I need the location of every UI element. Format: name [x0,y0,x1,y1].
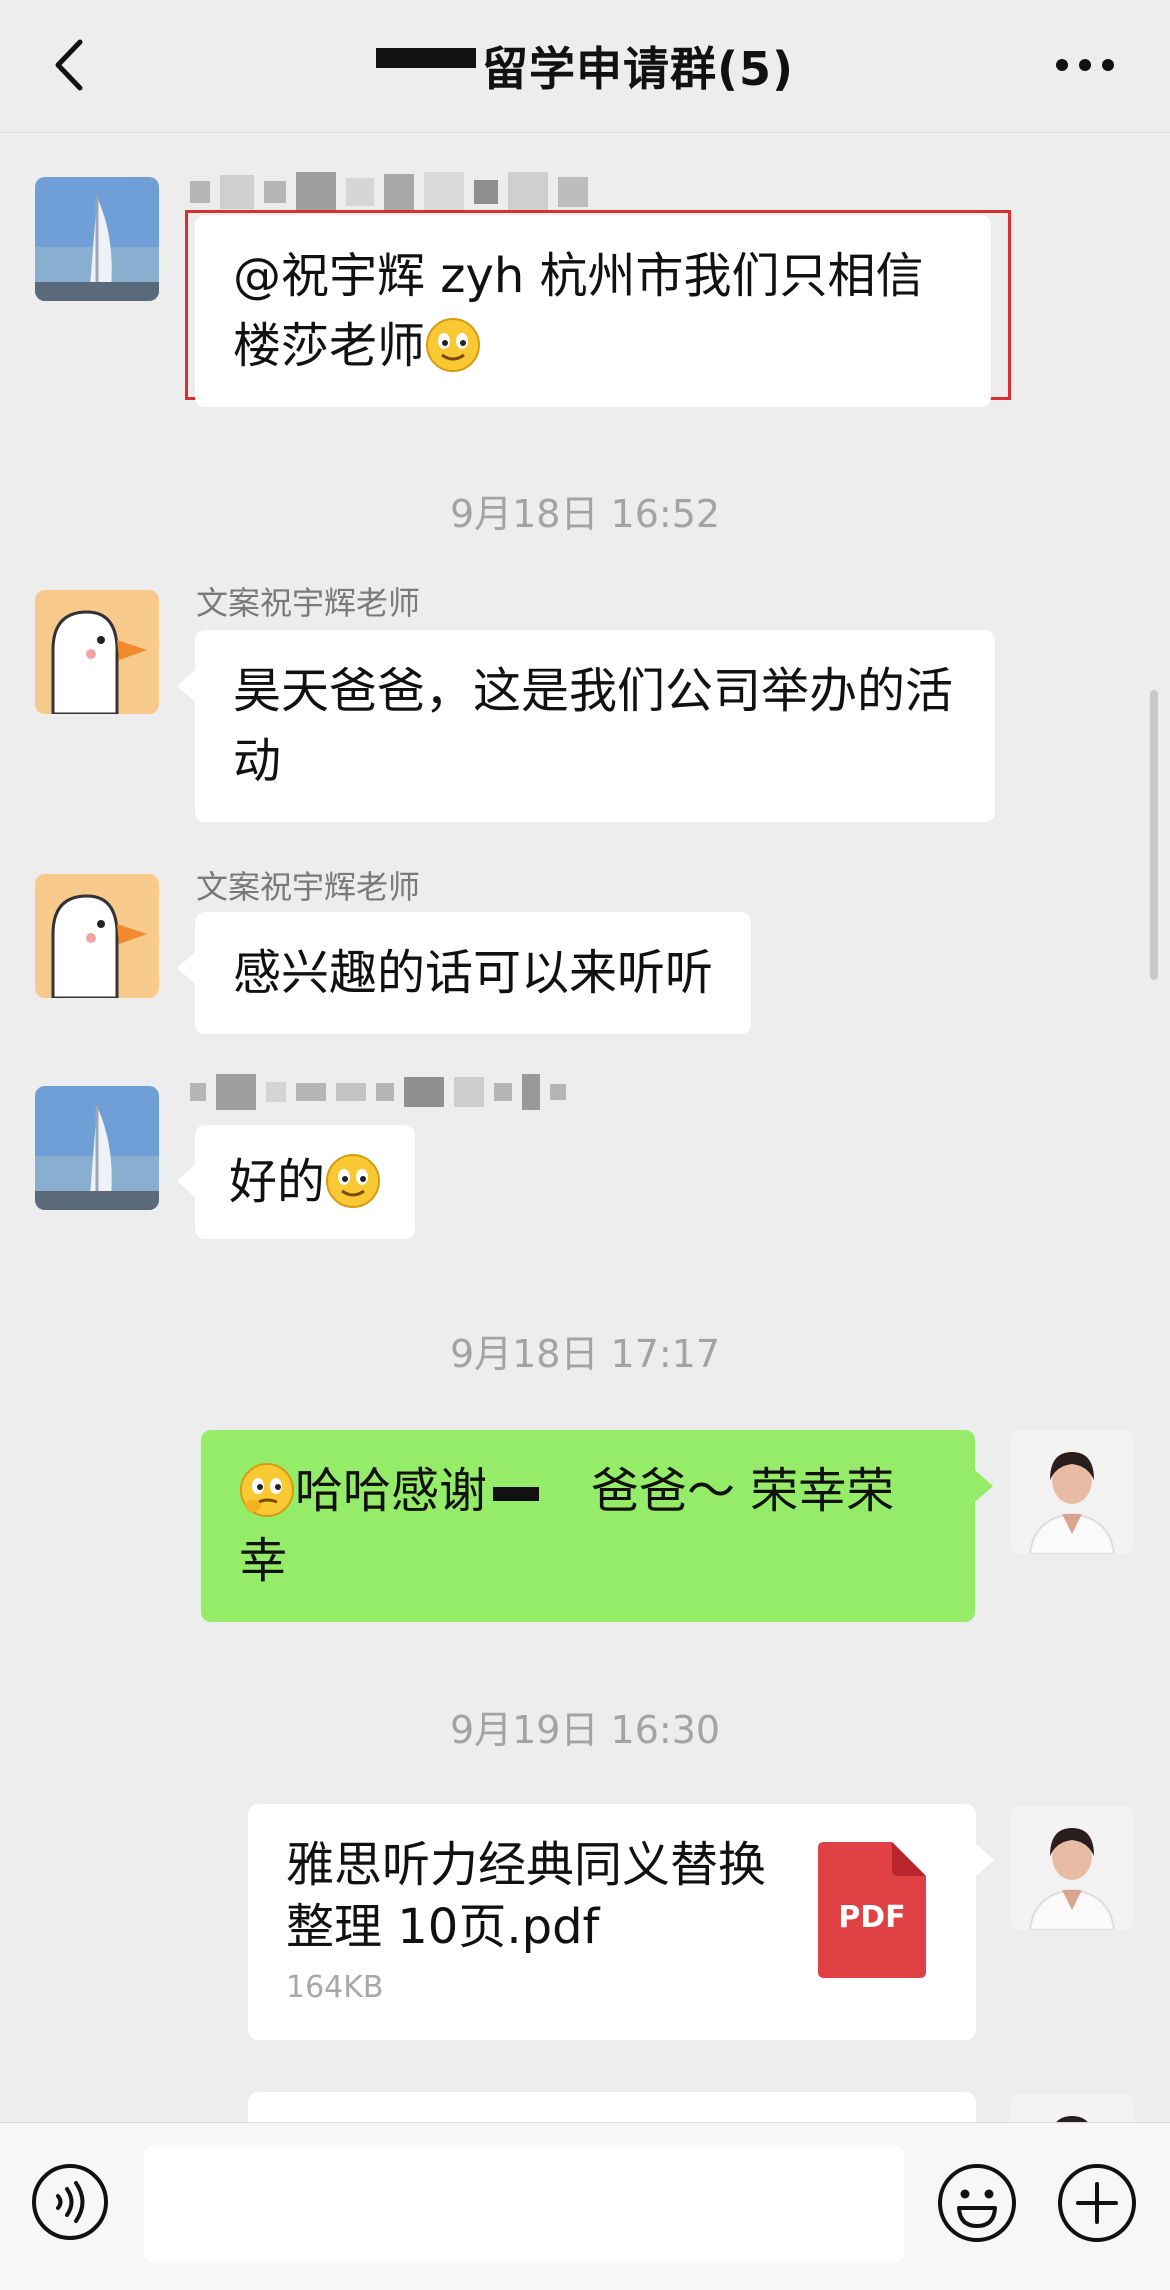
message-text: 好的 [229,1154,326,1210]
message-bubble[interactable]: 感兴趣的话可以来听听 [177,912,752,1034]
message-bubble[interactable]: @祝宇辉 zyh 杭州市我们只相信楼莎老师 [195,215,991,407]
avatar-sailhotel[interactable] [35,177,159,301]
message-bubble[interactable]: 好的 [177,1125,416,1239]
timestamp: 9月18日 17:17 [449,1332,721,1376]
chevron-left-icon [55,39,83,91]
avatar-goose[interactable] [35,874,159,998]
voice-button[interactable] [30,2162,110,2242]
chat-header: 留学申请群(5) [0,0,1170,133]
avatar-sailhotel[interactable] [35,1086,159,1210]
avatar-self[interactable] [1010,1430,1134,1554]
more-button[interactable] [1050,40,1120,90]
smile-emoji-icon [426,318,481,372]
avatar-self[interactable] [1010,1806,1134,1930]
back-button[interactable] [40,30,100,100]
sender-name: 文案祝宇辉老师 [196,868,421,906]
message-bubble-self[interactable]: 哈哈感谢 爸爸～ 荣幸荣幸 [201,1430,993,1622]
pdf-file-icon: PDF [818,1842,926,1978]
timestamp: 9月18日 16:52 [449,492,721,536]
redacted-title-prefix [375,48,476,68]
emoji-icon [938,2164,1016,2242]
sender-name: 文案祝宇辉老师 [196,584,421,622]
message-text: @祝宇辉 zyh 杭州市我们只相信楼莎老师 [233,248,924,374]
emoji-button[interactable] [936,2162,1018,2244]
redacted-name [493,1487,540,1501]
scrollbar[interactable] [1150,690,1158,980]
file-size: 164KB [286,1970,384,2005]
plus-button[interactable] [1056,2162,1138,2244]
message-bubble[interactable]: 昊天爸爸，这是我们公司举办的活动 [177,630,995,822]
message-text-part1: 哈哈感谢 [295,1463,488,1519]
message-input[interactable] [144,2145,904,2263]
thinking-emoji-icon [240,1463,294,1517]
file-name: 雅思听力经典同义替换整理 10页.pdf [286,1837,767,1955]
avatar-goose[interactable] [35,590,159,714]
sender-name-pixelated [190,170,588,214]
voice-icon [32,2164,108,2240]
pdf-label: PDF [838,1900,906,1935]
chat-title-container: 留学申请群(5) [0,0,1170,132]
file-card[interactable]: 雅思听力经典同义替换整理 10页.pdf 164KB PDF [248,1804,994,2040]
plus-icon [1058,2164,1136,2242]
smile-emoji-icon [326,1154,381,1208]
sender-name-pixelated [190,1070,566,1114]
message-text: 昊天爸爸，这是我们公司举办的活动 [233,663,954,789]
more-icon [1056,59,1114,71]
message-text: 感兴趣的话可以来听听 [233,945,714,1001]
chat-title: 留学申请群(5) [481,42,795,96]
timestamp: 9月19日 16:30 [449,1708,721,1752]
